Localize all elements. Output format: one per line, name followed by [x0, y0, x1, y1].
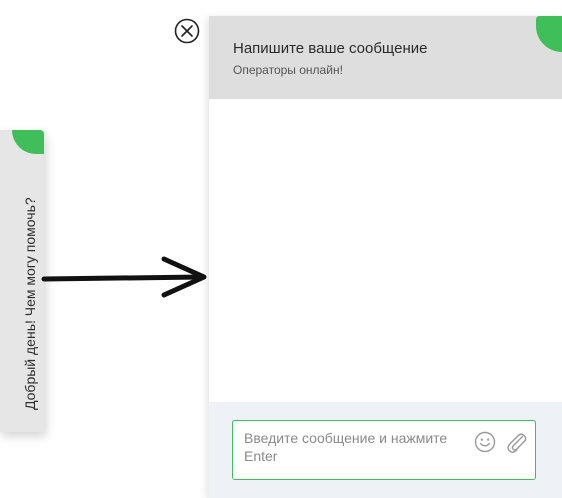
chat-header: Напишите ваше сообщение Операторы онлайн… — [209, 16, 562, 99]
close-circle-icon[interactable] — [173, 17, 201, 45]
message-area — [209, 99, 562, 402]
side-tab-label[interactable]: Добрый день! Чем могу помочь? — [22, 197, 38, 410]
message-input-box — [232, 420, 536, 480]
arrow-right-icon — [41, 256, 207, 298]
leaf-decoration — [536, 16, 562, 52]
chat-window: Напишите ваше сообщение Операторы онлайн… — [209, 16, 562, 498]
chat-title: Напишите ваше сообщение — [233, 40, 428, 57]
smiley-icon[interactable] — [474, 431, 496, 453]
chat-status: Операторы онлайн! — [233, 63, 343, 77]
leaf-decoration — [12, 130, 44, 154]
chat-footer — [209, 402, 562, 498]
paperclip-icon[interactable] — [505, 430, 527, 454]
message-input[interactable] — [244, 429, 466, 473]
